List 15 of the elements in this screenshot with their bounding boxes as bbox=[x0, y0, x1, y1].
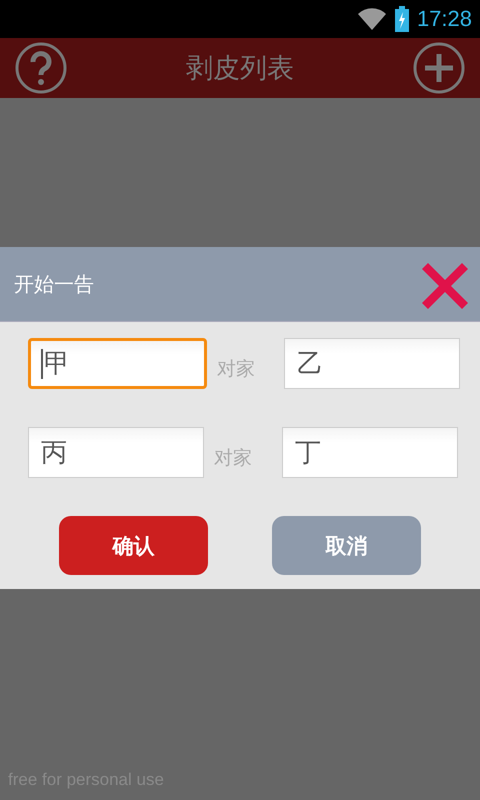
confirm-button[interactable]: 确认 bbox=[59, 516, 208, 575]
text-field[interactable]: 丁 bbox=[282, 427, 458, 478]
dialog-title: 开始一告 bbox=[14, 270, 94, 298]
field-separator-label: 对家 bbox=[217, 356, 256, 382]
field-separator-label: 对家 bbox=[214, 446, 253, 470]
text-field[interactable]: 乙 bbox=[284, 338, 460, 389]
battery-icon bbox=[394, 6, 409, 32]
help-icon[interactable] bbox=[15, 42, 67, 94]
text-cursor bbox=[41, 348, 43, 378]
text-field[interactable]: 甲 bbox=[28, 338, 207, 389]
clock: 17:28 bbox=[416, 6, 472, 32]
add-icon[interactable] bbox=[413, 42, 465, 94]
wifi-icon bbox=[356, 7, 387, 31]
text-field[interactable]: 丙 bbox=[28, 427, 204, 478]
screen-title: 剥皮列表 bbox=[186, 52, 294, 86]
